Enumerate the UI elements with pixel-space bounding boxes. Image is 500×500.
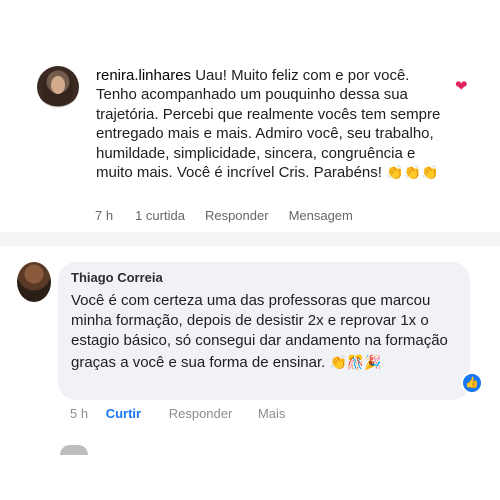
- section-divider: [0, 232, 500, 246]
- comment-body-1: renira.linhares Uau! Muito feliz com e p…: [96, 66, 441, 182]
- like-count[interactable]: 1 curtida: [135, 208, 185, 223]
- reply-button[interactable]: Responder: [169, 406, 233, 421]
- avatar-face: [51, 76, 65, 94]
- more-button[interactable]: Mais: [258, 406, 285, 421]
- reply-button[interactable]: Responder: [205, 208, 269, 223]
- comment-time[interactable]: 7 h: [95, 208, 113, 223]
- comment-text: Você é com certeza uma das professoras q…: [71, 292, 448, 371]
- comment-author[interactable]: Thiago Correia: [71, 270, 163, 285]
- clapping-emoji: 👏👏👏: [386, 164, 439, 181]
- comment-actions-2: 5 h Curtir Responder Mais: [70, 406, 285, 421]
- celebration-emoji: 👏🎊🎉: [329, 353, 382, 370]
- comment-author[interactable]: renira.linhares: [96, 67, 191, 84]
- comment-actions-1: 7 h 1 curtida Responder Mensagem: [95, 208, 353, 223]
- avatar: [60, 445, 88, 455]
- avatar[interactable]: [17, 262, 51, 302]
- heart-icon[interactable]: ❤: [455, 79, 468, 94]
- avatar[interactable]: [37, 66, 79, 108]
- comment-body-2: Você é com certeza uma das professoras q…: [71, 291, 456, 373]
- thumbs-up-icon[interactable]: 👍: [461, 372, 483, 394]
- comment-time[interactable]: 5 h: [70, 406, 88, 421]
- like-button[interactable]: Curtir: [106, 406, 141, 421]
- message-button[interactable]: Mensagem: [289, 208, 353, 223]
